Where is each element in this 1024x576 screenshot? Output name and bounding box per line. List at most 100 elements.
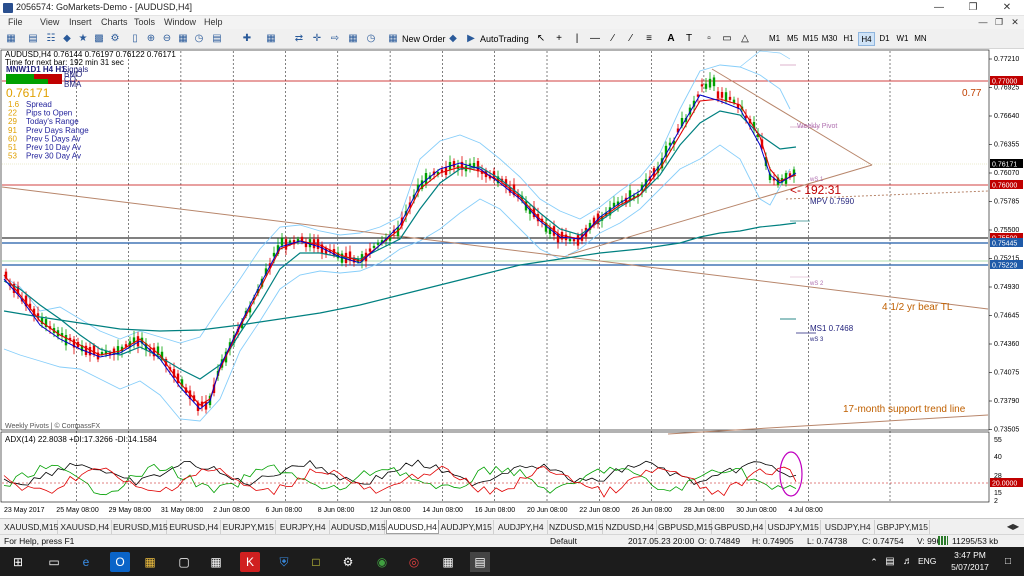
indicators-icon[interactable]: ✚ bbox=[240, 32, 254, 46]
timeframe-m1[interactable]: M1 bbox=[766, 32, 783, 46]
tile-windows-icon[interactable]: ▦ bbox=[176, 32, 190, 46]
symbol-tab[interactable]: NZDUSD,H4 bbox=[604, 520, 657, 534]
calculator-icon[interactable]: ▦ bbox=[206, 552, 226, 572]
zoom-in-icon[interactable]: ⊕ bbox=[144, 32, 158, 46]
text-tool-icon[interactable]: T bbox=[682, 32, 696, 46]
mdi-minimize-icon[interactable]: — bbox=[976, 16, 990, 29]
timeframe-m5[interactable]: M5 bbox=[784, 32, 801, 46]
network-icon[interactable]: ▤ bbox=[880, 552, 900, 572]
autotrading-button[interactable]: AutoTrading bbox=[480, 32, 529, 46]
text-label-icon[interactable]: A bbox=[664, 32, 678, 46]
chart-window-audusd-h4[interactable]: AUDUSD,H4 0.76144 0.76197 0.76122 0.7617… bbox=[0, 49, 1024, 517]
symbol-tab[interactable]: XAUUSD,H4 bbox=[59, 520, 112, 534]
timeframe-w1[interactable]: W1 bbox=[894, 32, 911, 46]
minimize-icon[interactable]: — bbox=[924, 0, 954, 16]
notifications-icon[interactable]: □ bbox=[998, 552, 1018, 572]
timeframe-mn[interactable]: MN bbox=[912, 32, 929, 46]
trendline-icon[interactable]: ∕ bbox=[606, 32, 620, 46]
clock-date[interactable]: 5/07/2017 bbox=[948, 562, 992, 572]
terminal-icon[interactable]: ▩ bbox=[92, 32, 106, 46]
bar-chart-icon[interactable]: ▯ bbox=[128, 32, 142, 46]
metaeditor-icon[interactable]: ◆ bbox=[446, 32, 460, 46]
symbol-tab[interactable]: EURUSD,M15 bbox=[113, 520, 168, 534]
sticky-notes-icon[interactable]: □ bbox=[306, 552, 326, 572]
menu-file[interactable]: File bbox=[8, 17, 23, 27]
symbol-tab[interactable]: GBPUSD,M15 bbox=[658, 520, 713, 534]
clock-time[interactable]: 3:47 PM bbox=[950, 550, 990, 560]
close-icon[interactable]: ✕ bbox=[992, 0, 1022, 16]
shield-icon[interactable]: ⛨ bbox=[274, 552, 294, 572]
edge-icon[interactable]: e bbox=[76, 552, 96, 572]
zoom-out-icon[interactable]: ⊖ bbox=[160, 32, 174, 46]
triangle-icon[interactable]: △ bbox=[738, 32, 752, 46]
symbol-tab[interactable]: AUDUSD,H4 bbox=[385, 520, 439, 534]
symbol-tab[interactable]: GBPJPY,M15 bbox=[876, 520, 930, 534]
menu-help[interactable]: Help bbox=[204, 17, 223, 27]
symbol-tab[interactable]: EURJPY,M15 bbox=[222, 520, 276, 534]
horizontal-line-icon[interactable]: — bbox=[588, 32, 602, 46]
symbol-tab[interactable]: AUDJPY,M15 bbox=[440, 520, 494, 534]
arrows-icon[interactable]: ▫ bbox=[702, 32, 716, 46]
objects-icon[interactable]: ▦ bbox=[264, 32, 278, 46]
file-explorer-icon[interactable]: ▦ bbox=[140, 552, 160, 572]
menu-charts[interactable]: Charts bbox=[101, 17, 128, 27]
store-icon[interactable]: ▢ bbox=[174, 552, 194, 572]
chrome-icon[interactable]: ◉ bbox=[372, 552, 392, 572]
timeframe-m30[interactable]: M30 bbox=[821, 32, 838, 46]
timeframe-m15[interactable]: M15 bbox=[802, 32, 819, 46]
symbol-tab[interactable]: EURJPY,H4 bbox=[277, 520, 330, 534]
outlook-icon[interactable]: O bbox=[110, 552, 130, 572]
language-indicator[interactable]: ENG bbox=[918, 556, 936, 566]
volume-icon[interactable]: ♬ bbox=[898, 552, 918, 572]
symbol-tab[interactable]: GBPUSD,H4 bbox=[713, 520, 766, 534]
timeframe-h1[interactable]: H1 bbox=[840, 32, 857, 46]
profiles-icon[interactable]: ▤ bbox=[26, 32, 40, 46]
menu-view[interactable]: View bbox=[40, 17, 59, 27]
symbol-tab[interactable]: NZDUSD,M15 bbox=[549, 520, 603, 534]
symbol-tab[interactable]: USDJPY,M15 bbox=[767, 520, 821, 534]
mdi-close-icon[interactable]: ✕ bbox=[1008, 16, 1022, 29]
vertical-line-icon[interactable]: | bbox=[570, 32, 584, 46]
navigator-icon[interactable]: ★ bbox=[76, 32, 90, 46]
timeframe-d1[interactable]: D1 bbox=[876, 32, 893, 46]
periods-icon[interactable]: ◷ bbox=[192, 32, 206, 46]
chart-app-icon[interactable]: ◎ bbox=[404, 552, 424, 572]
chart-shift-icon[interactable]: ⇄ bbox=[292, 32, 306, 46]
mdi-restore-icon[interactable]: ❐ bbox=[992, 16, 1006, 29]
symbol-tab[interactable]: XAUUSD,M15 bbox=[4, 520, 58, 534]
shapes-icon[interactable]: ▭ bbox=[720, 32, 734, 46]
symbol-tab[interactable]: EURUSD,H4 bbox=[168, 520, 221, 534]
symbol-tab[interactable]: AUDJPY,H4 bbox=[495, 520, 548, 534]
new-order-icon[interactable]: ▦ bbox=[386, 32, 400, 46]
fibonacci-icon[interactable]: ≡ bbox=[642, 32, 656, 46]
metatrader-icon[interactable]: ▤ bbox=[470, 552, 490, 572]
market-watch-icon[interactable]: ☷ bbox=[44, 32, 58, 46]
maximize-icon[interactable]: ❐ bbox=[958, 0, 988, 16]
auto-scroll-icon[interactable]: ⇨ bbox=[328, 32, 342, 46]
crosshair-tool-icon[interactable]: + bbox=[552, 32, 566, 46]
settings-app-icon[interactable]: ⚙ bbox=[338, 552, 358, 572]
new-order-button[interactable]: New Order bbox=[402, 32, 446, 46]
menu-insert[interactable]: Insert bbox=[69, 17, 92, 27]
menu-window[interactable]: Window bbox=[164, 17, 196, 27]
tab-scroll-arrows-icon[interactable]: ◀▶ bbox=[1004, 521, 1022, 533]
menu-tools[interactable]: Tools bbox=[134, 17, 155, 27]
cursor-icon[interactable]: ↖ bbox=[534, 32, 548, 46]
new-chart-icon[interactable]: ▦ bbox=[4, 32, 18, 46]
equidistant-channel-icon[interactable]: ⁄ bbox=[624, 32, 638, 46]
history-icon[interactable]: ◷ bbox=[364, 32, 378, 46]
crosshair-icon[interactable]: ✛ bbox=[310, 32, 324, 46]
grid-icon[interactable]: ▦ bbox=[346, 32, 360, 46]
timeframe-h4[interactable]: H4 bbox=[858, 32, 875, 46]
symbol-tab[interactable]: AUDUSD,M15 bbox=[331, 520, 386, 534]
task-view-icon[interactable]: ▭ bbox=[44, 552, 64, 572]
autotrading-icon[interactable]: ▶ bbox=[464, 32, 478, 46]
windows-start-icon[interactable]: ⊞ bbox=[8, 552, 28, 572]
data-window-icon[interactable]: ◆ bbox=[60, 32, 74, 46]
windows-taskbar: ⊞ ▭ e O ▦ ▢ ▦ K ⛨ □ ⚙ ◉ ◎ ▦ ▤ ⌃ ▤ ♬ ENG … bbox=[0, 547, 1024, 576]
strategy-tester-icon[interactable]: ⚙ bbox=[108, 32, 122, 46]
symbol-tab[interactable]: USDJPY,H4 bbox=[822, 520, 875, 534]
folder-app-icon[interactable]: ▦ bbox=[438, 552, 458, 572]
k-app-icon[interactable]: K bbox=[240, 552, 260, 572]
templates-icon[interactable]: ▤ bbox=[210, 32, 224, 46]
